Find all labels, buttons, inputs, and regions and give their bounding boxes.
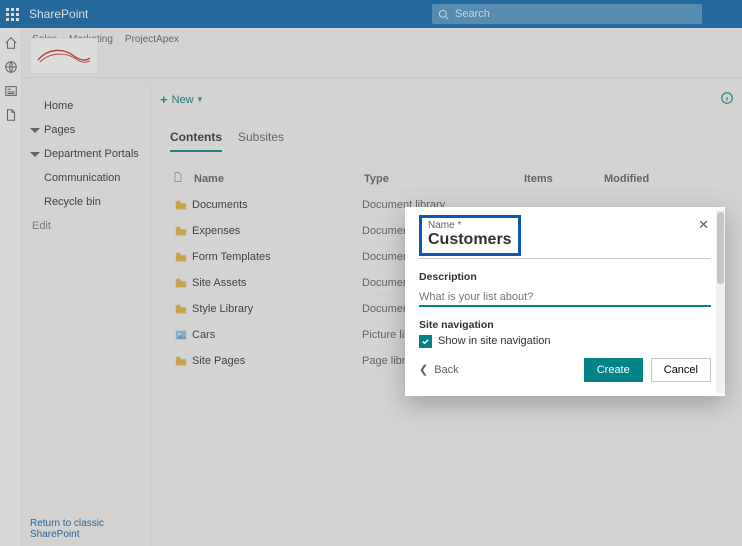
nav-department-portals[interactable]: Department Portals bbox=[30, 142, 143, 166]
search-icon bbox=[438, 9, 449, 20]
new-label: New bbox=[172, 94, 194, 106]
chevron-left-icon: ❮ bbox=[419, 363, 428, 376]
column-type[interactable]: Type bbox=[362, 173, 522, 185]
site-nav-label: Site navigation bbox=[419, 319, 711, 331]
row-name[interactable]: Site Pages bbox=[192, 355, 362, 367]
description-label: Description bbox=[419, 271, 711, 283]
back-label: Back bbox=[434, 364, 458, 376]
description-input[interactable] bbox=[419, 287, 711, 307]
library-icon bbox=[170, 224, 192, 238]
return-classic-link[interactable]: Return to classic SharePoint bbox=[30, 518, 151, 540]
library-icon bbox=[170, 276, 192, 290]
close-icon[interactable]: ✕ bbox=[698, 217, 709, 233]
checkbox-checked-icon bbox=[419, 335, 432, 348]
table-header: Name Type Items Modified bbox=[170, 166, 724, 192]
suite-header: SharePoint Search bbox=[0, 0, 742, 28]
nav-recycle-bin[interactable]: Recycle bin bbox=[30, 190, 143, 214]
column-select[interactable] bbox=[170, 171, 192, 186]
library-icon bbox=[170, 250, 192, 264]
column-modified[interactable]: Modified bbox=[602, 173, 742, 185]
row-name[interactable]: Expenses bbox=[192, 225, 362, 237]
command-bar-right[interactable] bbox=[720, 91, 734, 108]
files-icon[interactable] bbox=[4, 108, 18, 122]
left-nav: Home Pages Department Portals Communicat… bbox=[22, 84, 152, 546]
search-box[interactable]: Search bbox=[432, 4, 702, 24]
nav-home[interactable]: Home bbox=[30, 94, 143, 118]
cancel-button[interactable]: Cancel bbox=[651, 358, 711, 382]
library-icon bbox=[170, 198, 192, 212]
command-bar: + New ▾ bbox=[152, 84, 742, 116]
search-placeholder: Search bbox=[455, 8, 490, 20]
chevron-down-icon: ▾ bbox=[198, 94, 203, 105]
show-in-nav-text: Show in site navigation bbox=[438, 335, 551, 347]
show-in-nav-checkbox[interactable]: Show in site navigation bbox=[419, 335, 711, 348]
row-name[interactable]: Cars bbox=[192, 329, 362, 341]
row-name[interactable]: Documents bbox=[192, 199, 362, 211]
plus-icon: + bbox=[160, 92, 168, 107]
new-button[interactable]: + New ▾ bbox=[160, 92, 202, 107]
nav-edit[interactable]: Edit bbox=[30, 220, 143, 232]
brand-label: SharePoint bbox=[29, 7, 88, 21]
column-items[interactable]: Items bbox=[522, 173, 602, 185]
app-launcher-icon[interactable] bbox=[6, 8, 19, 21]
globe-icon[interactable] bbox=[4, 60, 18, 74]
home-icon[interactable] bbox=[4, 36, 18, 50]
tab-contents[interactable]: Contents bbox=[170, 130, 222, 152]
nav-pages[interactable]: Pages bbox=[30, 118, 143, 142]
pictures-icon bbox=[170, 328, 192, 342]
app-rail bbox=[0, 28, 22, 546]
library-icon bbox=[170, 302, 192, 316]
site-logo bbox=[30, 38, 98, 74]
pivot-tabs: Contents Subsites bbox=[152, 116, 742, 152]
name-label: Name * bbox=[428, 220, 512, 231]
tab-subsites[interactable]: Subsites bbox=[238, 130, 284, 152]
crumb-projectapex[interactable]: ProjectApex bbox=[125, 34, 179, 45]
news-icon[interactable] bbox=[4, 84, 18, 98]
page-library-icon bbox=[170, 354, 192, 368]
row-name[interactable]: Site Assets bbox=[192, 277, 362, 289]
site-header: Sales Marketing ProjectApex bbox=[22, 28, 742, 78]
name-value[interactable]: Customers bbox=[428, 231, 512, 249]
nav-communication[interactable]: Communication bbox=[30, 166, 143, 190]
column-name[interactable]: Name bbox=[192, 173, 362, 185]
create-button[interactable]: Create bbox=[584, 358, 643, 382]
create-list-dialog: ✕ Name * Customers Description Site navi… bbox=[405, 207, 725, 396]
row-name[interactable]: Style Library bbox=[192, 303, 362, 315]
row-name[interactable]: Form Templates bbox=[192, 251, 362, 263]
details-pane-icon[interactable] bbox=[720, 91, 734, 105]
dialog-scrollbar[interactable] bbox=[716, 210, 725, 393]
back-button[interactable]: ❮ Back bbox=[419, 363, 459, 376]
name-field-highlight: Name * Customers bbox=[419, 215, 521, 256]
